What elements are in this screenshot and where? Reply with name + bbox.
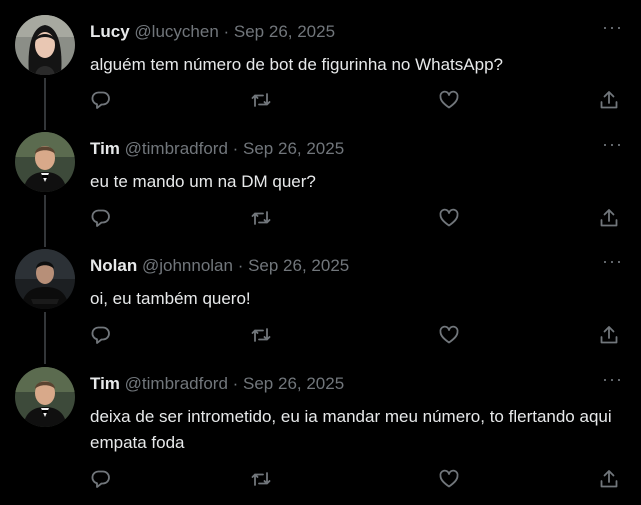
- avatar[interactable]: [15, 367, 75, 427]
- tweet-header: Lucy @lucychen · Sep 26, 2025: [90, 21, 335, 43]
- like-icon[interactable]: [438, 468, 460, 490]
- action-bar: [90, 89, 625, 111]
- like-icon[interactable]: [438, 207, 460, 229]
- share-icon[interactable]: [598, 207, 620, 229]
- share-icon[interactable]: [598, 324, 620, 346]
- separator: ·: [227, 374, 244, 393]
- reply-icon[interactable]: [90, 89, 112, 111]
- action-bar: [90, 207, 625, 229]
- reply-icon[interactable]: [90, 324, 112, 346]
- separator: ·: [218, 22, 234, 41]
- tweet-text: eu te mando um na DM quer?: [90, 172, 316, 191]
- user-handle[interactable]: @johnnolan: [142, 256, 233, 275]
- retweet-icon[interactable]: [250, 468, 272, 490]
- timestamp[interactable]: Sep 26, 2025: [243, 374, 344, 393]
- thread-line: [44, 78, 46, 130]
- separator: ·: [227, 139, 244, 158]
- display-name[interactable]: Lucy: [90, 22, 130, 41]
- retweet-icon[interactable]: [250, 89, 272, 111]
- action-bar: [90, 324, 625, 346]
- display-name[interactable]: Nolan: [90, 256, 137, 275]
- more-icon[interactable]: ···: [602, 250, 623, 272]
- more-icon[interactable]: ···: [602, 133, 623, 155]
- timestamp[interactable]: Sep 26, 2025: [248, 256, 349, 275]
- tweet-text: deixa de ser intrometido, eu ia mandar m…: [90, 407, 612, 452]
- reply-icon[interactable]: [90, 207, 112, 229]
- more-icon[interactable]: ···: [602, 16, 623, 38]
- user-handle[interactable]: @lucychen: [134, 22, 218, 41]
- more-icon[interactable]: ···: [602, 368, 623, 390]
- tweet-text: alguém tem número de bot de figurinha no…: [90, 55, 503, 74]
- avatar[interactable]: [15, 249, 75, 309]
- separator: ·: [232, 256, 249, 275]
- share-icon[interactable]: [598, 468, 620, 490]
- action-bar: [90, 468, 625, 490]
- thread-line: [44, 195, 46, 247]
- display-name[interactable]: Tim: [90, 374, 120, 393]
- user-handle[interactable]: @timbradford: [125, 374, 228, 393]
- tweet-header: Tim @timbradford · Sep 26, 2025: [90, 138, 344, 160]
- like-icon[interactable]: [438, 324, 460, 346]
- reply-icon[interactable]: [90, 468, 112, 490]
- thread-line: [44, 312, 46, 364]
- display-name[interactable]: Tim: [90, 139, 120, 158]
- like-icon[interactable]: [438, 89, 460, 111]
- timestamp[interactable]: Sep 26, 2025: [243, 139, 344, 158]
- retweet-icon[interactable]: [250, 324, 272, 346]
- conversation-thread: Lucy @lucychen · Sep 26, 2025 ··· alguém…: [0, 0, 641, 505]
- tweet-text: oi, eu também quero!: [90, 289, 251, 308]
- user-handle[interactable]: @timbradford: [125, 139, 228, 158]
- share-icon[interactable]: [598, 89, 620, 111]
- avatar[interactable]: [15, 15, 75, 75]
- retweet-icon[interactable]: [250, 207, 272, 229]
- avatar[interactable]: [15, 132, 75, 192]
- tweet-header: Tim @timbradford · Sep 26, 2025: [90, 373, 344, 395]
- timestamp[interactable]: Sep 26, 2025: [234, 22, 335, 41]
- tweet-header: Nolan @johnnolan · Sep 26, 2025: [90, 255, 349, 277]
